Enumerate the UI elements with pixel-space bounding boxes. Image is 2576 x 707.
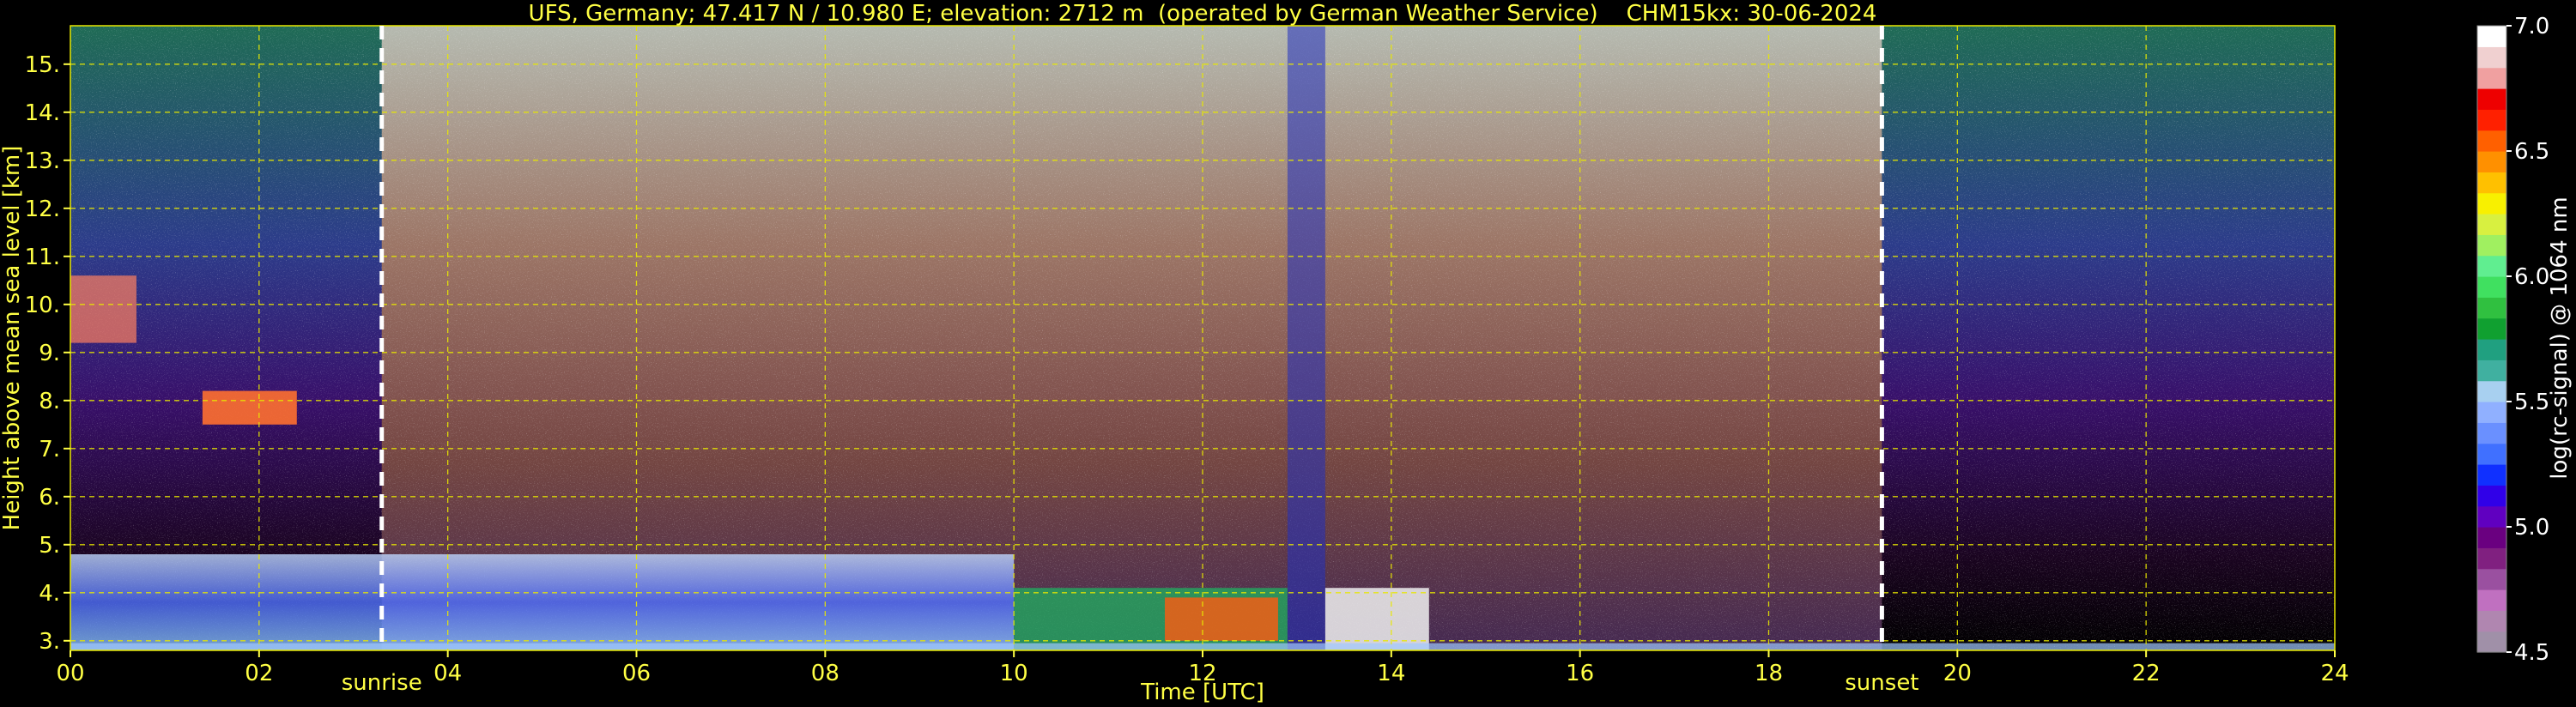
y-tick-label: 8. [39,389,60,414]
y-tick-label: 5. [39,533,60,559]
colorbar-tick-label: 7.0 [2514,14,2549,39]
colorbar-segment [2477,67,2506,89]
x-tick-label: 22 [2132,661,2161,686]
x-tick-label: 20 [1943,661,1972,686]
y-tick-label: 10. [25,293,60,318]
y-tick-label: 4. [39,581,60,607]
x-tick-label: 06 [622,661,651,686]
y-tick-label: 12. [25,196,60,222]
x-tick-label: 16 [1566,661,1594,686]
x-tick-label: 08 [811,661,839,686]
cloud-layer [202,390,297,425]
colorbar-segment [2477,130,2506,152]
colorbar-segment [2477,527,2506,548]
colorbar-segment [2477,485,2506,507]
colorbar-segment [2477,360,2506,382]
colorbar-segment [2477,631,2506,653]
ceilometer-chart: UFS, Germany; 47.417 N / 10.980 E; eleva… [0,1,2573,705]
x-tick-label: 04 [433,661,462,686]
boundary-layer [70,554,1015,650]
x-axis-label: Time [UTC] [1140,680,1264,705]
y-tick-label: 7. [39,437,60,462]
y-tick-label: 15. [25,52,60,78]
colorbar-segment [2477,109,2506,131]
x-tick-label: 00 [56,661,84,686]
colorbar-tick-label: 5.0 [2514,515,2549,541]
x-tick-label: 02 [245,661,273,686]
colorbar-segment [2477,505,2506,528]
colorbar-segment [2477,547,2506,570]
x-tick-label: 24 [2320,661,2349,686]
title-group: UFS, Germany; 47.417 N / 10.980 E; eleva… [529,1,1877,27]
sunrise-label: sunrise [342,670,422,696]
colorbar: 4.5 5.0 5.5 6.0 6.5 7.0 [2476,14,2549,666]
colorbar-segment [2477,443,2506,465]
colorbar-segment [2477,26,2506,47]
colorbar-segment [2477,380,2506,402]
colorbar-tick-label: 5.5 [2514,390,2549,415]
colorbar-tick-label: 6.0 [2514,264,2549,290]
y-tick-label: 13. [25,148,60,174]
cloud-layer [70,275,136,343]
colorbar-segment [2477,402,2506,423]
y-tick-label: 3. [39,629,60,655]
colorbar-tick-label: 6.5 [2514,139,2549,165]
colorbar-segment [2477,214,2506,235]
colorbar-label: log(rc-signal) @ 1064 nm [2547,196,2573,479]
chart-title: UFS, Germany; 47.417 N / 10.980 E; eleva… [529,1,1877,27]
colorbar-segment [2477,255,2506,277]
colorbar-segment [2477,422,2506,444]
cloud-layer [1165,597,1278,641]
x-tick-label: 10 [1000,661,1028,686]
sunset-label: sunset [1845,670,1918,696]
y-tick-label: 11. [25,245,60,270]
colorbar-segment [2477,297,2506,319]
colorbar-segment [2477,46,2506,69]
colorbar-tick-label: 4.5 [2514,640,2549,666]
y-tick-label: 14. [25,100,60,126]
colorbar-segment [2477,568,2506,590]
y-axis-ticks: 3. 4. 5. 6. 7. 8. 9. 10. 11. 12. 13. 14. 15. [25,52,70,655]
x-tick-label: 14 [1377,661,1405,686]
colorbar-segment [2477,464,2506,486]
colorbar-segment [2477,151,2506,172]
colorbar-segment [2477,610,2506,632]
y-axis-label: Height above mean sea level [km] [0,146,25,531]
colorbar-segment [2477,172,2506,194]
y-tick-label: 9. [39,341,60,366]
colorbar-segment [2477,339,2506,360]
colorbar-segment [2477,589,2506,611]
colorbar-segment [2477,317,2506,340]
colorbar-segment [2477,192,2506,215]
precipitation-column [1287,26,1325,650]
colorbar-segment [2477,88,2506,110]
colorbar-segment [2477,234,2506,257]
colorbar-segment [2477,276,2506,298]
x-tick-label: 18 [1755,661,1783,686]
y-tick-label: 6. [39,485,60,511]
